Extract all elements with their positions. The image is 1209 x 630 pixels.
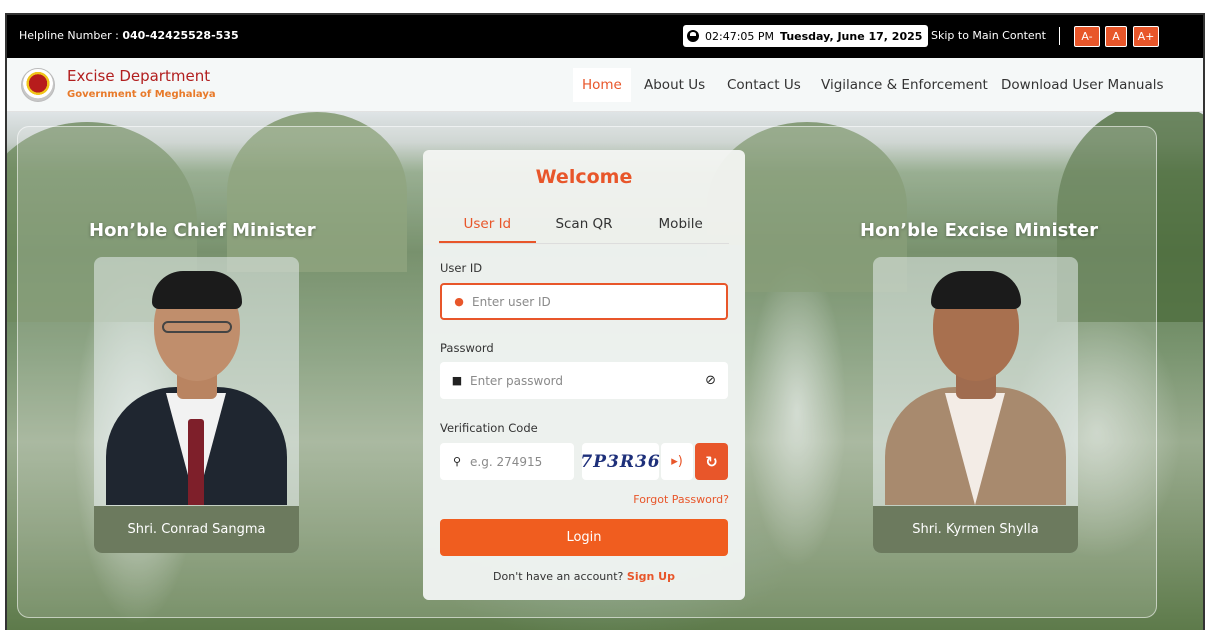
verification-input[interactable]: ⚲ e.g. 274915: [440, 443, 574, 480]
refresh-icon[interactable]: ↻: [695, 443, 728, 480]
login-tabs: User Id Scan QR Mobile: [439, 212, 729, 244]
nav-vigilance-enforcement[interactable]: Vigilance & Enforcement: [812, 68, 997, 102]
key-icon: ⚲: [452, 455, 462, 468]
nav-contact-us[interactable]: Contact Us: [718, 68, 810, 102]
font-increase-button[interactable]: A+: [1133, 26, 1159, 47]
datetime-display: 02:47:05 PM Tuesday, June 17, 2025: [683, 25, 929, 47]
lock-icon: ■: [451, 374, 463, 387]
speaker-icon[interactable]: ▸): [661, 443, 693, 480]
nav-home[interactable]: Home: [573, 68, 631, 102]
tab-scan-qr[interactable]: Scan QR: [536, 212, 633, 243]
site-header: Excise Department Government of Meghalay…: [7, 58, 1203, 112]
date-text: Tuesday, June 17, 2025: [780, 29, 923, 43]
user-icon: ●: [454, 295, 464, 308]
verification-label: Verification Code: [440, 421, 538, 435]
department-subtitle: Government of Meghalaya: [67, 89, 216, 100]
login-button[interactable]: Login: [440, 519, 728, 556]
captcha-image: 7P3R36: [580, 443, 660, 480]
excise-minister-photo: [873, 257, 1078, 505]
excise-minister-card: Shri. Kyrmen Shylla: [873, 257, 1078, 553]
helpline-number: 040-42425528-535: [122, 29, 239, 42]
password-label: Password: [440, 341, 494, 355]
page-frame: Helpline Number : 040-42425528-535 02:47…: [5, 13, 1205, 630]
department-name[interactable]: Excise Department: [67, 67, 210, 85]
user-id-label: User ID: [440, 261, 483, 275]
font-decrease-button[interactable]: A-: [1074, 26, 1100, 47]
helpline-label: Helpline Number :: [19, 29, 123, 42]
password-placeholder: Enter password: [470, 373, 563, 388]
excise-minister-name: Shri. Kyrmen Shylla: [873, 506, 1078, 553]
chief-minister-card: Shri. Conrad Sangma: [94, 257, 299, 553]
nav-download-user-manuals[interactable]: Download User Manuals: [992, 68, 1173, 102]
eye-slash-icon[interactable]: ⊘: [705, 373, 716, 388]
divider: [1059, 27, 1060, 45]
sign-up-link[interactable]: Sign Up: [627, 570, 675, 583]
chief-minister-photo: [94, 257, 299, 505]
excise-minister-title: Hon’ble Excise Minister: [860, 220, 1099, 241]
verification-placeholder: e.g. 274915: [470, 454, 543, 469]
forgot-password-link[interactable]: Forgot Password?: [633, 493, 729, 506]
helpline: Helpline Number : 040-42425528-535: [19, 29, 239, 42]
emblem-logo[interactable]: [21, 68, 55, 102]
font-normal-button[interactable]: A: [1105, 26, 1127, 47]
tab-mobile[interactable]: Mobile: [632, 212, 729, 243]
chief-minister-name: Shri. Conrad Sangma: [94, 506, 299, 553]
clock-icon: [687, 30, 699, 42]
tab-user-id[interactable]: User Id: [439, 212, 536, 243]
skip-to-main-link[interactable]: Skip to Main Content: [931, 29, 1046, 42]
login-title: Welcome: [535, 166, 633, 188]
signup-line: Don't have an account? Sign Up: [423, 570, 745, 583]
chief-minister-title: Hon’ble Chief Minister: [89, 220, 316, 241]
no-account-text: Don't have an account?: [493, 570, 624, 583]
time-text: 02:47:05 PM: [705, 29, 775, 43]
user-id-placeholder: Enter user ID: [472, 294, 551, 309]
user-id-input[interactable]: ● Enter user ID: [440, 283, 728, 320]
login-card: Welcome User Id Scan QR Mobile User ID ●…: [423, 150, 745, 600]
top-bar: Helpline Number : 040-42425528-535 02:47…: [7, 15, 1203, 58]
nav-about-us[interactable]: About Us: [635, 68, 714, 102]
password-input[interactable]: ■ Enter password ⊘: [440, 362, 728, 399]
